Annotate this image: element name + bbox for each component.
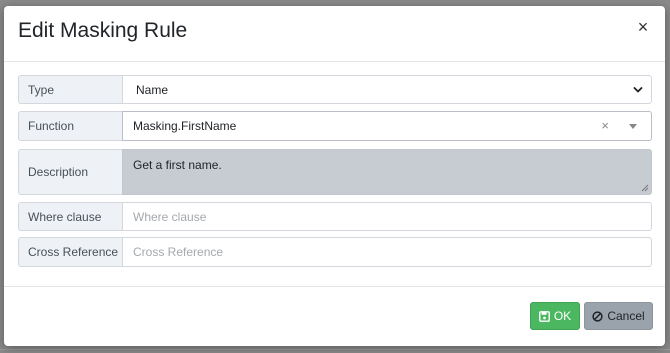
description-row: Description Get a first name. — [18, 149, 652, 195]
cross-reference-placeholder: Cross Reference — [133, 245, 224, 259]
description-value: Get a first name. — [133, 158, 222, 172]
type-select-value: Name — [136, 82, 169, 97]
backdrop-divider — [0, 349, 670, 350]
where-clause-label: Where clause — [18, 202, 122, 231]
ok-label: OK — [553, 309, 572, 323]
dialog-header: Edit Masking Rule × — [4, 6, 665, 62]
where-clause-placeholder: Where clause — [133, 209, 207, 224]
type-select[interactable]: Name — [122, 75, 652, 104]
cross-reference-row: Cross Reference Cross Reference — [18, 237, 652, 267]
type-label: Type — [18, 75, 122, 104]
resize-handle-icon[interactable] — [641, 184, 649, 192]
cross-reference-label: Cross Reference — [18, 237, 122, 267]
close-button[interactable]: × — [635, 18, 651, 36]
save-icon — [538, 310, 550, 322]
ban-icon — [592, 310, 603, 322]
where-clause-input[interactable]: Where clause — [122, 202, 652, 231]
caret-down-icon[interactable] — [629, 124, 637, 129]
dialog-footer: OK Cancel — [4, 286, 665, 346]
clear-icon[interactable]: × — [601, 119, 609, 133]
function-row: Function Masking.FirstName × — [18, 111, 652, 141]
ok-button[interactable]: OK — [530, 302, 580, 330]
edit-masking-rule-dialog: Edit Masking Rule × Type Name Function M… — [4, 6, 665, 346]
cancel-label: Cancel — [607, 309, 645, 323]
function-combobox[interactable]: Masking.FirstName × — [122, 111, 652, 141]
description-textarea[interactable]: Get a first name. — [122, 149, 652, 195]
dialog-title: Edit Masking Rule — [18, 19, 188, 42]
cancel-button[interactable]: Cancel — [584, 302, 653, 330]
type-row: Type Name — [18, 75, 652, 104]
cross-reference-input[interactable]: Cross Reference — [122, 237, 652, 267]
where-clause-row: Where clause Where clause — [18, 202, 652, 231]
function-value: Masking.FirstName — [133, 119, 237, 133]
chevron-down-icon — [633, 86, 643, 92]
function-label: Function — [18, 111, 122, 141]
description-label: Description — [18, 149, 122, 195]
